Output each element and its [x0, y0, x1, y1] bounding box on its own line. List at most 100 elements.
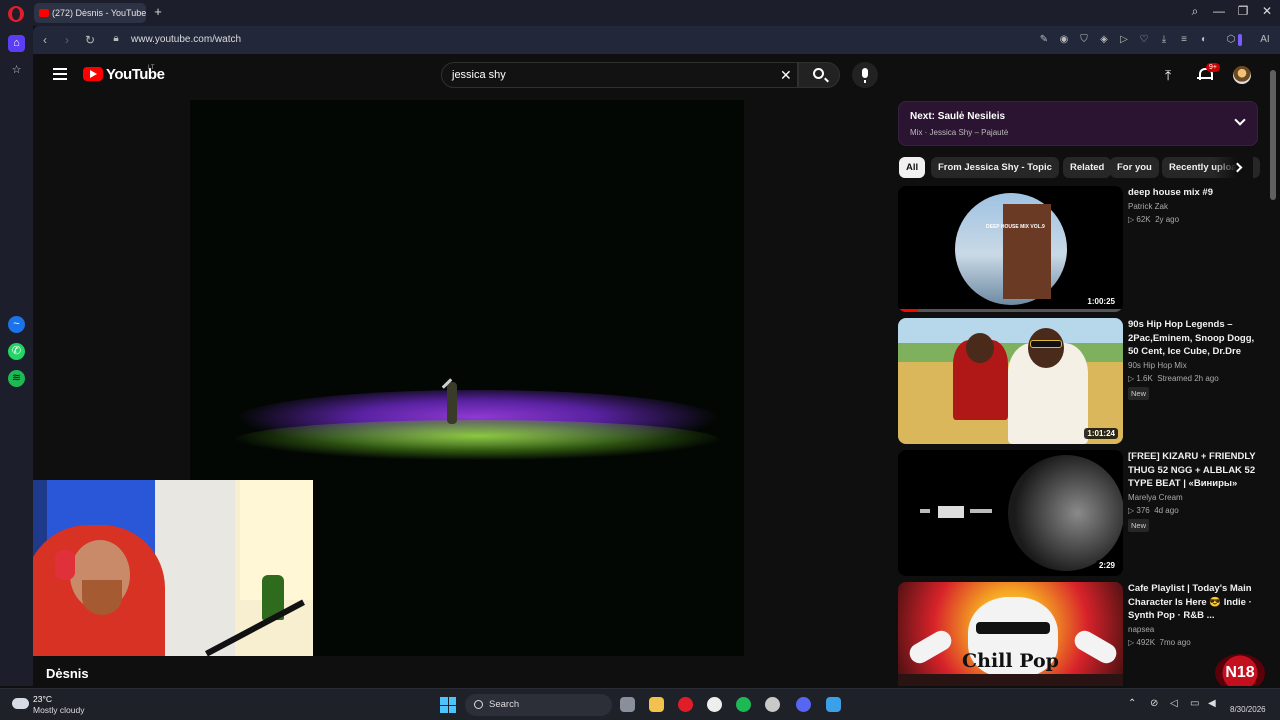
steam-icon[interactable] [765, 697, 780, 712]
heart-icon[interactable]: ♡ [1138, 34, 1150, 46]
thumb-sunglasses [976, 622, 1050, 634]
aria-ai-button[interactable]: AI [1253, 34, 1277, 46]
related-video[interactable]: 2:29 [FREE] KIZARU + FRIENDLY THUG 52 NG… [898, 450, 1258, 576]
chip-related[interactable]: Related [1063, 157, 1112, 178]
file-explorer-icon[interactable] [649, 697, 664, 712]
camera-icon[interactable]: ◉ [1058, 34, 1070, 46]
chevron-down-icon[interactable] [1234, 114, 1246, 126]
youtube-wordmark[interactable]: YouTube [106, 66, 165, 83]
thumb-mark [970, 509, 992, 513]
chip-from-jessica-shy[interactable]: From Jessica Shy - Topic [931, 157, 1059, 178]
related-channel[interactable]: Patrick Zak [1128, 202, 1168, 211]
related-title[interactable]: deep house mix #9 [1128, 186, 1258, 200]
minimize-button[interactable]: — [1211, 4, 1227, 18]
related-video[interactable]: DEEP HOUSE MIX VOL.9 1:00:25 deep house … [898, 186, 1258, 312]
youtube-logo-icon[interactable] [83, 67, 103, 81]
sound-icon[interactable]: ◁ [1170, 698, 1178, 709]
clear-search-icon[interactable]: ✕ [780, 67, 792, 84]
tab-title: (272) Dėsnis - YouTube [52, 8, 146, 18]
volume-icon[interactable]: ◀ [1208, 698, 1216, 709]
browser-tab-bar: (272) Dėsnis - YouTube + ⌕ — ❐ ✕ [0, 0, 1280, 26]
obs-icon[interactable] [707, 697, 722, 712]
thumb-label: Chill Pop [962, 650, 1059, 672]
related-meta: ▷ 62K 2y ago [1128, 215, 1179, 224]
telegram-icon[interactable] [826, 697, 841, 712]
video-thumbnail[interactable]: Chill Pop [898, 582, 1123, 686]
search-input[interactable]: jessica shy [452, 69, 506, 81]
shield-icon[interactable]: ⛉ [1078, 34, 1090, 46]
messenger-icon[interactable]: ~ [8, 316, 25, 333]
new-tab-button[interactable]: + [152, 5, 164, 18]
related-age: 2y ago [1155, 215, 1180, 224]
temperature[interactable]: 23°C [33, 694, 52, 704]
related-views: ▷ 492K [1128, 638, 1156, 647]
profile-icon[interactable]: ◐ [1198, 34, 1210, 46]
video-thumbnail[interactable]: 2:29 [898, 450, 1123, 576]
bookmarks-star-icon[interactable]: ☆ [8, 62, 25, 79]
related-title[interactable]: 90s Hip Hop Legends – 2Pac,Eminem, Snoop… [1128, 318, 1258, 359]
network-icon[interactable]: ⊘ [1150, 698, 1158, 709]
duration: 1:01:24 [1084, 428, 1118, 439]
weather-condition[interactable]: Mostly cloudy [33, 705, 85, 715]
tab-youtube[interactable]: (272) Dėsnis - YouTube [34, 3, 146, 23]
hamburger-menu-icon[interactable] [53, 68, 67, 80]
streamer-beard [82, 580, 122, 615]
related-views: ▷ 1.6K [1128, 374, 1153, 383]
menu-icon[interactable]: ≡ [1178, 34, 1190, 46]
video-thumbnail[interactable]: DEEP HOUSE MIX VOL.9 1:00:25 [898, 186, 1123, 312]
related-age: 4d ago [1154, 506, 1179, 515]
back-icon[interactable]: ‹ [38, 33, 52, 47]
search-box[interactable]: jessica shy ✕ [441, 62, 798, 88]
discord-icon[interactable] [796, 697, 811, 712]
chip-for-you[interactable]: For you [1110, 157, 1159, 178]
url-field[interactable]: www.youtube.com/watch [131, 34, 241, 45]
related-channel[interactable]: 90s Hip Hop Mix [1128, 361, 1187, 370]
play-icon[interactable]: ▷ [1118, 34, 1130, 46]
edit-icon[interactable]: ✎ [1038, 34, 1050, 46]
related-age: Streamed 2h ago [1157, 374, 1219, 383]
related-meta: ▷ 492K 7mo ago [1128, 638, 1191, 647]
download-icon[interactable]: ⤓ [1158, 34, 1170, 46]
whatsapp-icon[interactable]: ✆ [8, 343, 25, 360]
extensions-icon[interactable]: ⬡ [1225, 34, 1237, 46]
forward-icon[interactable]: › [60, 33, 74, 47]
opera-taskbar-icon[interactable] [678, 697, 693, 712]
related-video[interactable]: Chill Pop Cafe Playlist | Today's Main C… [898, 582, 1258, 686]
address-bar: ‹ › ↻ 🔒︎ www.youtube.com/watch ✎ ◉ ⛉ ◈ ▷… [33, 26, 1280, 54]
search-icon [813, 68, 824, 79]
video-thumbnail[interactable]: 1:01:24 [898, 318, 1123, 444]
search-button[interactable] [798, 62, 840, 88]
related-title[interactable]: [FREE] KIZARU + FRIENDLY THUG 52 NGG + A… [1128, 450, 1258, 491]
avatar[interactable] [1233, 66, 1251, 84]
related-channel[interactable]: Marelya Cream [1128, 493, 1183, 502]
related-title[interactable]: Cafe Playlist | Today's Main Character I… [1128, 582, 1258, 623]
scrollbar[interactable] [1270, 54, 1276, 686]
related-channel[interactable]: napsea [1128, 625, 1154, 634]
voice-search-icon[interactable] [852, 62, 878, 88]
opera-logo-icon[interactable] [8, 6, 24, 22]
opera-sidebar: ⌂ ☆ ~ ✆ ≋ [0, 26, 33, 686]
home-icon[interactable]: ⌂ [8, 35, 25, 52]
weather-cloud-icon[interactable] [12, 694, 29, 709]
spotify-taskbar-icon[interactable] [736, 697, 751, 712]
related-meta: ▷ 376 4d ago [1128, 506, 1179, 515]
chip-all[interactable]: All [899, 157, 926, 178]
restore-button[interactable]: ❐ [1235, 4, 1251, 18]
duration: 1:00:25 [1084, 296, 1118, 307]
taskbar-search[interactable]: Search [465, 694, 612, 716]
task-view-icon[interactable] [620, 697, 635, 712]
start-windows-icon[interactable] [440, 697, 456, 713]
vpn-icon[interactable]: ◈ [1098, 34, 1110, 46]
reload-icon[interactable]: ↻ [83, 33, 97, 47]
display-icon[interactable]: ▭ [1190, 698, 1199, 709]
search-tabs-icon[interactable]: ⌕ [1187, 4, 1203, 19]
tray-chevron-icon[interactable]: ⌃ [1128, 698, 1136, 709]
mix-playlist-box[interactable]: Next: Saulė Nesileis Mix · Jessica Shy –… [898, 101, 1258, 146]
spotify-icon[interactable]: ≋ [8, 370, 25, 387]
create-upload-icon[interactable]: ⤒ [1165, 67, 1171, 84]
taskbar-date[interactable]: 8/30/2026 [1230, 705, 1266, 714]
scrollbar-thumb[interactable] [1270, 70, 1276, 200]
close-window-button[interactable]: ✕ [1259, 4, 1275, 18]
related-video[interactable]: 1:01:24 90s Hip Hop Legends – 2Pac,Emine… [898, 318, 1258, 444]
related-age: 7mo ago [1159, 638, 1191, 647]
